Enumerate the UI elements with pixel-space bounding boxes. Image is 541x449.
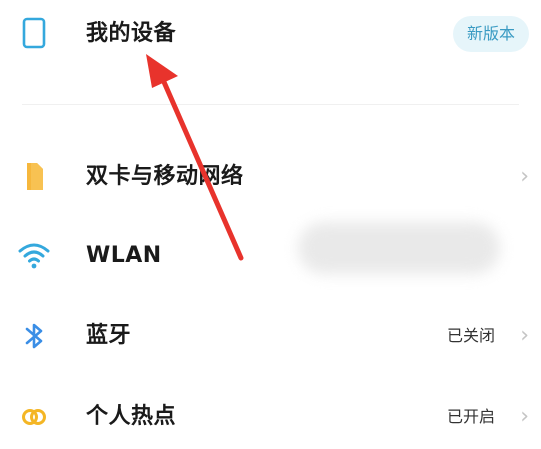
section-divider <box>22 104 519 105</box>
settings-item-label: 双卡与移动网络 <box>86 164 244 189</box>
settings-item-label: 蓝牙 <box>86 323 132 348</box>
settings-item-label: WLAN <box>86 243 162 268</box>
settings-item-dual-sim[interactable]: 双卡与移动网络 › <box>0 147 541 207</box>
bluetooth-status: 已关闭 <box>446 326 495 345</box>
blurred-region <box>298 222 500 274</box>
settings-item-bluetooth[interactable]: 蓝牙 已关闭 › <box>0 306 541 366</box>
sim-card-icon <box>14 157 54 197</box>
settings-item-label: 个人热点 <box>86 404 177 429</box>
hotspot-icon <box>14 397 54 437</box>
hotspot-status: 已开启 <box>446 407 495 426</box>
chevron-right-icon: › <box>520 404 529 429</box>
wifi-icon <box>14 236 54 276</box>
chevron-right-icon: › <box>520 323 529 348</box>
chevron-right-icon: › <box>520 164 529 189</box>
my-device-label: 我的设备 <box>86 21 177 46</box>
settings-item-hotspot[interactable]: 个人热点 已开启 › <box>0 387 541 447</box>
phone-outline-icon <box>14 14 54 54</box>
my-device-row[interactable]: 我的设备 新版本 <box>0 4 541 64</box>
new-version-badge[interactable]: 新版本 <box>452 16 529 52</box>
bluetooth-icon <box>14 316 54 356</box>
